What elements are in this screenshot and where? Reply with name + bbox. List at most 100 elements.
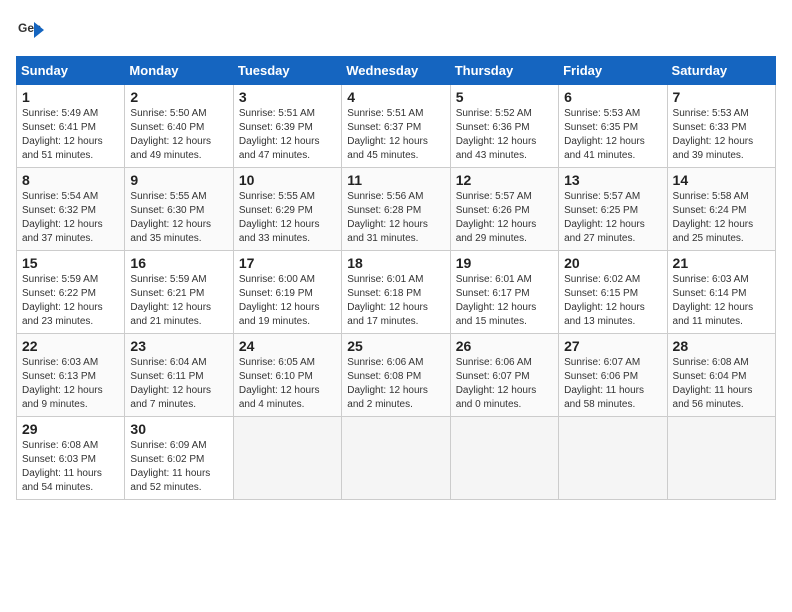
day-info: Sunrise: 6:06 AM Sunset: 6:07 PM Dayligh… (456, 356, 553, 412)
day-info: Sunrise: 5:53 AM Sunset: 6:35 PM Dayligh… (564, 107, 661, 163)
calendar-cell: 28 Sunrise: 6:08 AM Sunset: 6:04 PM Dayl… (667, 334, 775, 417)
calendar-cell: 2 Sunrise: 5:50 AM Sunset: 6:40 PM Dayli… (125, 85, 233, 168)
day-number: 25 (347, 338, 444, 354)
calendar-cell (450, 417, 558, 500)
calendar-cell: 27 Sunrise: 6:07 AM Sunset: 6:06 PM Dayl… (559, 334, 667, 417)
calendar-cell: 18 Sunrise: 6:01 AM Sunset: 6:18 PM Dayl… (342, 251, 450, 334)
day-number: 22 (22, 338, 119, 354)
col-header-wednesday: Wednesday (342, 57, 450, 85)
logo-icon: Gen (16, 16, 44, 44)
day-number: 13 (564, 172, 661, 188)
calendar-cell: 15 Sunrise: 5:59 AM Sunset: 6:22 PM Dayl… (17, 251, 125, 334)
calendar-cell: 7 Sunrise: 5:53 AM Sunset: 6:33 PM Dayli… (667, 85, 775, 168)
day-number: 16 (130, 255, 227, 271)
calendar-cell: 30 Sunrise: 6:09 AM Sunset: 6:02 PM Dayl… (125, 417, 233, 500)
day-number: 18 (347, 255, 444, 271)
day-info: Sunrise: 6:02 AM Sunset: 6:15 PM Dayligh… (564, 273, 661, 329)
day-info: Sunrise: 6:07 AM Sunset: 6:06 PM Dayligh… (564, 356, 661, 412)
calendar-cell: 23 Sunrise: 6:04 AM Sunset: 6:11 PM Dayl… (125, 334, 233, 417)
day-number: 17 (239, 255, 336, 271)
day-info: Sunrise: 5:55 AM Sunset: 6:30 PM Dayligh… (130, 190, 227, 246)
day-info: Sunrise: 6:06 AM Sunset: 6:08 PM Dayligh… (347, 356, 444, 412)
calendar-cell: 13 Sunrise: 5:57 AM Sunset: 6:25 PM Dayl… (559, 168, 667, 251)
day-info: Sunrise: 5:52 AM Sunset: 6:36 PM Dayligh… (456, 107, 553, 163)
day-info: Sunrise: 5:59 AM Sunset: 6:22 PM Dayligh… (22, 273, 119, 329)
calendar-cell: 10 Sunrise: 5:55 AM Sunset: 6:29 PM Dayl… (233, 168, 341, 251)
calendar-cell: 26 Sunrise: 6:06 AM Sunset: 6:07 PM Dayl… (450, 334, 558, 417)
day-number: 4 (347, 89, 444, 105)
day-number: 8 (22, 172, 119, 188)
col-header-thursday: Thursday (450, 57, 558, 85)
day-info: Sunrise: 5:57 AM Sunset: 6:26 PM Dayligh… (456, 190, 553, 246)
calendar-cell: 21 Sunrise: 6:03 AM Sunset: 6:14 PM Dayl… (667, 251, 775, 334)
calendar-week-row: 1 Sunrise: 5:49 AM Sunset: 6:41 PM Dayli… (17, 85, 776, 168)
day-number: 10 (239, 172, 336, 188)
day-number: 1 (22, 89, 119, 105)
day-info: Sunrise: 5:56 AM Sunset: 6:28 PM Dayligh… (347, 190, 444, 246)
day-number: 21 (673, 255, 770, 271)
col-header-monday: Monday (125, 57, 233, 85)
day-info: Sunrise: 5:59 AM Sunset: 6:21 PM Dayligh… (130, 273, 227, 329)
calendar-cell: 4 Sunrise: 5:51 AM Sunset: 6:37 PM Dayli… (342, 85, 450, 168)
day-number: 29 (22, 421, 119, 437)
day-number: 7 (673, 89, 770, 105)
day-info: Sunrise: 5:58 AM Sunset: 6:24 PM Dayligh… (673, 190, 770, 246)
day-number: 24 (239, 338, 336, 354)
col-header-friday: Friday (559, 57, 667, 85)
day-number: 5 (456, 89, 553, 105)
calendar-cell: 25 Sunrise: 6:06 AM Sunset: 6:08 PM Dayl… (342, 334, 450, 417)
calendar-cell: 17 Sunrise: 6:00 AM Sunset: 6:19 PM Dayl… (233, 251, 341, 334)
day-info: Sunrise: 6:03 AM Sunset: 6:14 PM Dayligh… (673, 273, 770, 329)
day-info: Sunrise: 5:53 AM Sunset: 6:33 PM Dayligh… (673, 107, 770, 163)
calendar-cell (233, 417, 341, 500)
page-header: Gen (16, 16, 776, 44)
day-number: 26 (456, 338, 553, 354)
day-info: Sunrise: 6:08 AM Sunset: 6:03 PM Dayligh… (22, 439, 119, 495)
calendar-cell: 14 Sunrise: 5:58 AM Sunset: 6:24 PM Dayl… (667, 168, 775, 251)
day-info: Sunrise: 6:03 AM Sunset: 6:13 PM Dayligh… (22, 356, 119, 412)
calendar-cell: 29 Sunrise: 6:08 AM Sunset: 6:03 PM Dayl… (17, 417, 125, 500)
calendar-table: SundayMondayTuesdayWednesdayThursdayFrid… (16, 56, 776, 500)
calendar-cell: 16 Sunrise: 5:59 AM Sunset: 6:21 PM Dayl… (125, 251, 233, 334)
calendar-week-row: 8 Sunrise: 5:54 AM Sunset: 6:32 PM Dayli… (17, 168, 776, 251)
day-info: Sunrise: 5:57 AM Sunset: 6:25 PM Dayligh… (564, 190, 661, 246)
calendar-cell: 5 Sunrise: 5:52 AM Sunset: 6:36 PM Dayli… (450, 85, 558, 168)
day-number: 30 (130, 421, 227, 437)
day-number: 6 (564, 89, 661, 105)
day-number: 28 (673, 338, 770, 354)
day-number: 20 (564, 255, 661, 271)
day-info: Sunrise: 5:51 AM Sunset: 6:37 PM Dayligh… (347, 107, 444, 163)
day-number: 9 (130, 172, 227, 188)
day-info: Sunrise: 5:49 AM Sunset: 6:41 PM Dayligh… (22, 107, 119, 163)
day-info: Sunrise: 6:09 AM Sunset: 6:02 PM Dayligh… (130, 439, 227, 495)
calendar-cell: 11 Sunrise: 5:56 AM Sunset: 6:28 PM Dayl… (342, 168, 450, 251)
logo: Gen (16, 16, 48, 44)
calendar-cell: 6 Sunrise: 5:53 AM Sunset: 6:35 PM Dayli… (559, 85, 667, 168)
calendar-cell: 8 Sunrise: 5:54 AM Sunset: 6:32 PM Dayli… (17, 168, 125, 251)
day-info: Sunrise: 6:05 AM Sunset: 6:10 PM Dayligh… (239, 356, 336, 412)
calendar-cell: 1 Sunrise: 5:49 AM Sunset: 6:41 PM Dayli… (17, 85, 125, 168)
day-number: 19 (456, 255, 553, 271)
day-info: Sunrise: 6:01 AM Sunset: 6:18 PM Dayligh… (347, 273, 444, 329)
calendar-cell: 3 Sunrise: 5:51 AM Sunset: 6:39 PM Dayli… (233, 85, 341, 168)
day-info: Sunrise: 5:50 AM Sunset: 6:40 PM Dayligh… (130, 107, 227, 163)
day-info: Sunrise: 6:00 AM Sunset: 6:19 PM Dayligh… (239, 273, 336, 329)
day-info: Sunrise: 5:55 AM Sunset: 6:29 PM Dayligh… (239, 190, 336, 246)
col-header-saturday: Saturday (667, 57, 775, 85)
col-header-tuesday: Tuesday (233, 57, 341, 85)
day-number: 12 (456, 172, 553, 188)
calendar-week-row: 22 Sunrise: 6:03 AM Sunset: 6:13 PM Dayl… (17, 334, 776, 417)
calendar-body: 1 Sunrise: 5:49 AM Sunset: 6:41 PM Dayli… (17, 85, 776, 500)
day-info: Sunrise: 5:54 AM Sunset: 6:32 PM Dayligh… (22, 190, 119, 246)
calendar-cell: 12 Sunrise: 5:57 AM Sunset: 6:26 PM Dayl… (450, 168, 558, 251)
day-info: Sunrise: 6:04 AM Sunset: 6:11 PM Dayligh… (130, 356, 227, 412)
calendar-cell: 24 Sunrise: 6:05 AM Sunset: 6:10 PM Dayl… (233, 334, 341, 417)
day-number: 3 (239, 89, 336, 105)
day-info: Sunrise: 5:51 AM Sunset: 6:39 PM Dayligh… (239, 107, 336, 163)
day-info: Sunrise: 6:08 AM Sunset: 6:04 PM Dayligh… (673, 356, 770, 412)
calendar-cell (667, 417, 775, 500)
day-number: 27 (564, 338, 661, 354)
calendar-cell: 9 Sunrise: 5:55 AM Sunset: 6:30 PM Dayli… (125, 168, 233, 251)
day-number: 11 (347, 172, 444, 188)
calendar-week-row: 29 Sunrise: 6:08 AM Sunset: 6:03 PM Dayl… (17, 417, 776, 500)
